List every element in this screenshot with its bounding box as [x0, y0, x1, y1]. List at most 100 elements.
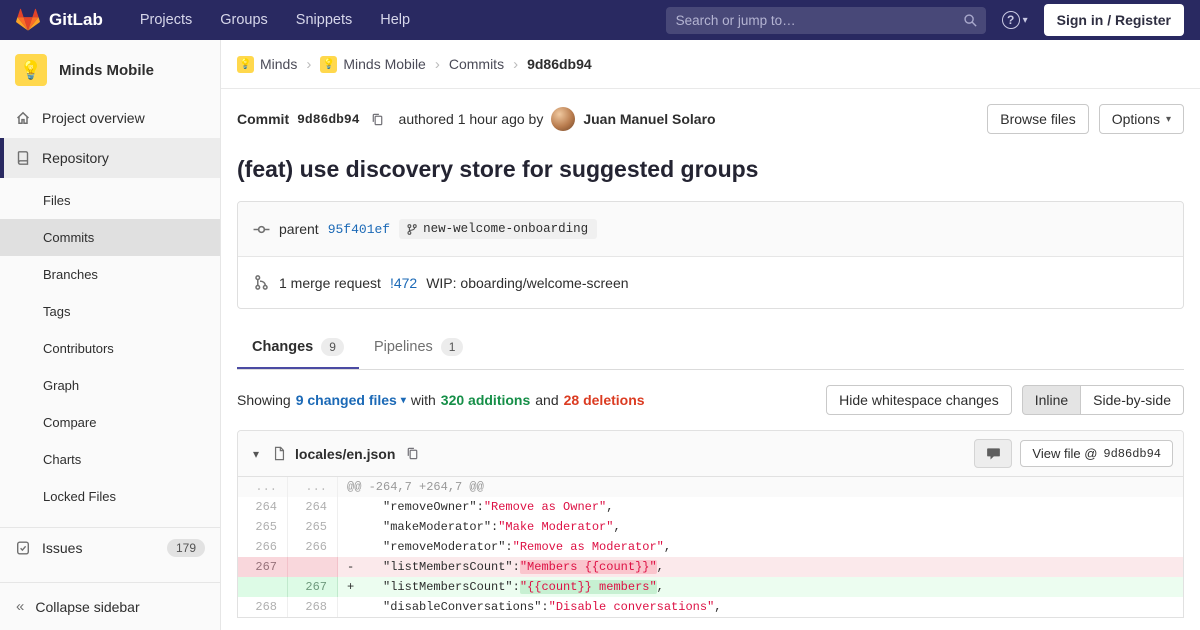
diff-file-header: ▾ locales/en.json View file @ 9d86db94 — [238, 431, 1183, 477]
tab-pipelines[interactable]: Pipelines 1 — [359, 325, 479, 369]
diff-hunk-row: ... ... @@ -264,7 +264,7 @@ — [238, 477, 1183, 497]
code-line: "removeModerator":"Remove as Moderator", — [354, 540, 672, 554]
browse-files-button[interactable]: Browse files — [987, 104, 1089, 134]
new-line-number[interactable]: 264 — [288, 497, 338, 517]
showing-label: Showing — [237, 392, 291, 408]
authored-text: authored 1 hour ago by — [398, 111, 544, 127]
commit-info-box: parent 95f401ef new-welcome-onboarding 1… — [237, 201, 1184, 309]
repository-icon — [17, 151, 29, 165]
sidebar-item-contributors[interactable]: Contributors — [0, 330, 220, 367]
side-by-side-view-button[interactable]: Side-by-side — [1080, 385, 1184, 415]
main-menu: Projects Groups Snippets Help — [129, 6, 421, 34]
gitlab-tanuki-icon — [16, 8, 40, 31]
bulb-icon: 💡 — [239, 58, 252, 70]
collapse-sidebar-button[interactable]: « Collapse sidebar — [0, 582, 220, 630]
breadcrumb-current-sha: 9d86db94 — [527, 56, 592, 72]
new-line-number[interactable]: 266 — [288, 537, 338, 557]
old-line-number[interactable]: 265 — [238, 517, 288, 537]
navbar-right: ? ▾ Sign in / Register — [665, 4, 1184, 36]
merge-request-icon — [255, 275, 268, 290]
copy-sha-button[interactable] — [368, 110, 387, 129]
new-line-number[interactable]: 267 — [288, 577, 338, 597]
brand-name: GitLab — [49, 10, 103, 29]
sidebar-item-compare[interactable]: Compare — [0, 404, 220, 441]
global-search — [665, 6, 986, 34]
group-avatar: 💡 — [237, 55, 254, 73]
chevron-down-icon: ▾ — [400, 394, 406, 406]
view-file-button[interactable]: View file @ 9d86db94 — [1020, 440, 1173, 467]
new-line-number[interactable]: 268 — [288, 597, 338, 617]
home-icon — [16, 111, 30, 124]
comment-icon — [987, 448, 1000, 460]
diff-file-name[interactable]: locales/en.json — [295, 446, 395, 462]
sidebar-item-tags[interactable]: Tags — [0, 293, 220, 330]
top-navbar: GitLab Projects Groups Snippets Help ? ▾… — [0, 0, 1200, 40]
nav-item-help[interactable]: Help — [369, 6, 421, 34]
sidebar-item-branches[interactable]: Branches — [0, 256, 220, 293]
sidebar-item-repository[interactable]: Repository — [0, 138, 220, 178]
toggle-comments-button[interactable] — [974, 439, 1013, 468]
parent-row: parent 95f401ef new-welcome-onboarding — [238, 202, 1183, 256]
breadcrumb-commits-link[interactable]: Commits — [449, 56, 504, 72]
sidebar-item-locked-files[interactable]: Locked Files — [0, 478, 220, 515]
old-line-number[interactable]: 267 — [238, 557, 288, 577]
sign-in-button[interactable]: Sign in / Register — [1043, 4, 1184, 36]
author-avatar[interactable] — [551, 107, 576, 131]
diff-line-removed: 267 - "listMembersCount":"Members {{coun… — [238, 557, 1183, 577]
commit-title: (feat) use discovery store for suggested… — [237, 156, 759, 182]
project-context[interactable]: 💡 Minds Mobile — [0, 40, 220, 98]
copy-file-path-button[interactable] — [403, 444, 422, 463]
old-line-number[interactable]: 264 — [238, 497, 288, 517]
help-dropdown[interactable]: ? ▾ — [1001, 11, 1028, 29]
view-file-sha: 9d86db94 — [1103, 446, 1161, 461]
sidebar-item-project-overview[interactable]: Project overview — [0, 98, 220, 138]
additions-count: 320 additions — [440, 392, 531, 408]
options-dropdown-button[interactable]: Options ▾ — [1098, 104, 1184, 134]
copy-icon — [408, 447, 418, 460]
old-line-number[interactable]: 266 — [238, 537, 288, 557]
old-line-number[interactable]: 268 — [238, 597, 288, 617]
sidebar-item-graph[interactable]: Graph — [0, 367, 220, 404]
code-line: + "listMembersCount":"{{count}} members"… — [347, 580, 664, 594]
collapse-diff-caret[interactable]: ▾ — [248, 447, 264, 461]
bulb-icon: 💡 — [19, 59, 43, 80]
diff-file-panel: ▾ locales/en.json View file @ 9d86db94 .… — [237, 430, 1184, 618]
merge-request-row: 1 merge request !472 WIP: oboarding/welc… — [238, 256, 1183, 308]
new-line-number[interactable]: 265 — [288, 517, 338, 537]
search-input[interactable] — [665, 6, 986, 34]
nav-item-groups[interactable]: Groups — [209, 6, 279, 34]
sidebar-item-commits[interactable]: Commits — [0, 219, 220, 256]
sidebar-item-files[interactable]: Files — [0, 182, 220, 219]
nav-item-snippets[interactable]: Snippets — [285, 6, 363, 34]
breadcrumb-group-link[interactable]: Minds — [260, 56, 297, 72]
diff-summary-row: Showing 9 changed files ▾ with 320 addit… — [237, 385, 1184, 415]
branch-ref-link[interactable]: new-welcome-onboarding — [399, 219, 598, 239]
breadcrumb-project-link[interactable]: Minds Mobile — [343, 56, 425, 72]
project-name: Minds Mobile — [59, 61, 154, 79]
file-icon — [274, 446, 285, 461]
commit-label: Commit — [237, 111, 290, 127]
mr-title: WIP: oboarding/welcome-screen — [426, 274, 629, 291]
commit-tabs: Changes 9 Pipelines 1 — [237, 325, 1184, 370]
inline-view-button[interactable]: Inline — [1021, 385, 1082, 415]
parent-sha-link[interactable]: 95f401ef — [328, 222, 390, 237]
nav-item-projects[interactable]: Projects — [129, 6, 203, 34]
code-line: "disableConversations":"Disable conversa… — [354, 600, 722, 614]
commit-sha: 9d86db94 — [297, 111, 360, 127]
hunk-old-marker: ... — [238, 477, 288, 497]
branch-icon — [407, 223, 417, 235]
sidebar-nav: Project overview Repository Files Commit… — [0, 98, 220, 568]
bulb-icon: 💡 — [322, 58, 336, 70]
repository-submenu: Files Commits Branches Tags Contributors… — [0, 178, 220, 515]
hide-whitespace-button[interactable]: Hide whitespace changes — [826, 385, 1012, 415]
parent-label: parent — [279, 221, 319, 237]
old-line-number[interactable] — [238, 577, 288, 597]
tab-changes[interactable]: Changes 9 — [237, 325, 359, 369]
author-name-link[interactable]: Juan Manuel Solaro — [583, 111, 715, 127]
new-line-number[interactable] — [288, 557, 338, 577]
changed-files-dropdown[interactable]: 9 changed files ▾ — [296, 392, 406, 408]
sidebar-item-charts[interactable]: Charts — [0, 441, 220, 478]
mr-ref-link[interactable]: !472 — [390, 275, 417, 291]
sidebar-item-issues[interactable]: Issues 179 — [0, 528, 220, 568]
gitlab-home-link[interactable]: GitLab — [16, 8, 103, 32]
